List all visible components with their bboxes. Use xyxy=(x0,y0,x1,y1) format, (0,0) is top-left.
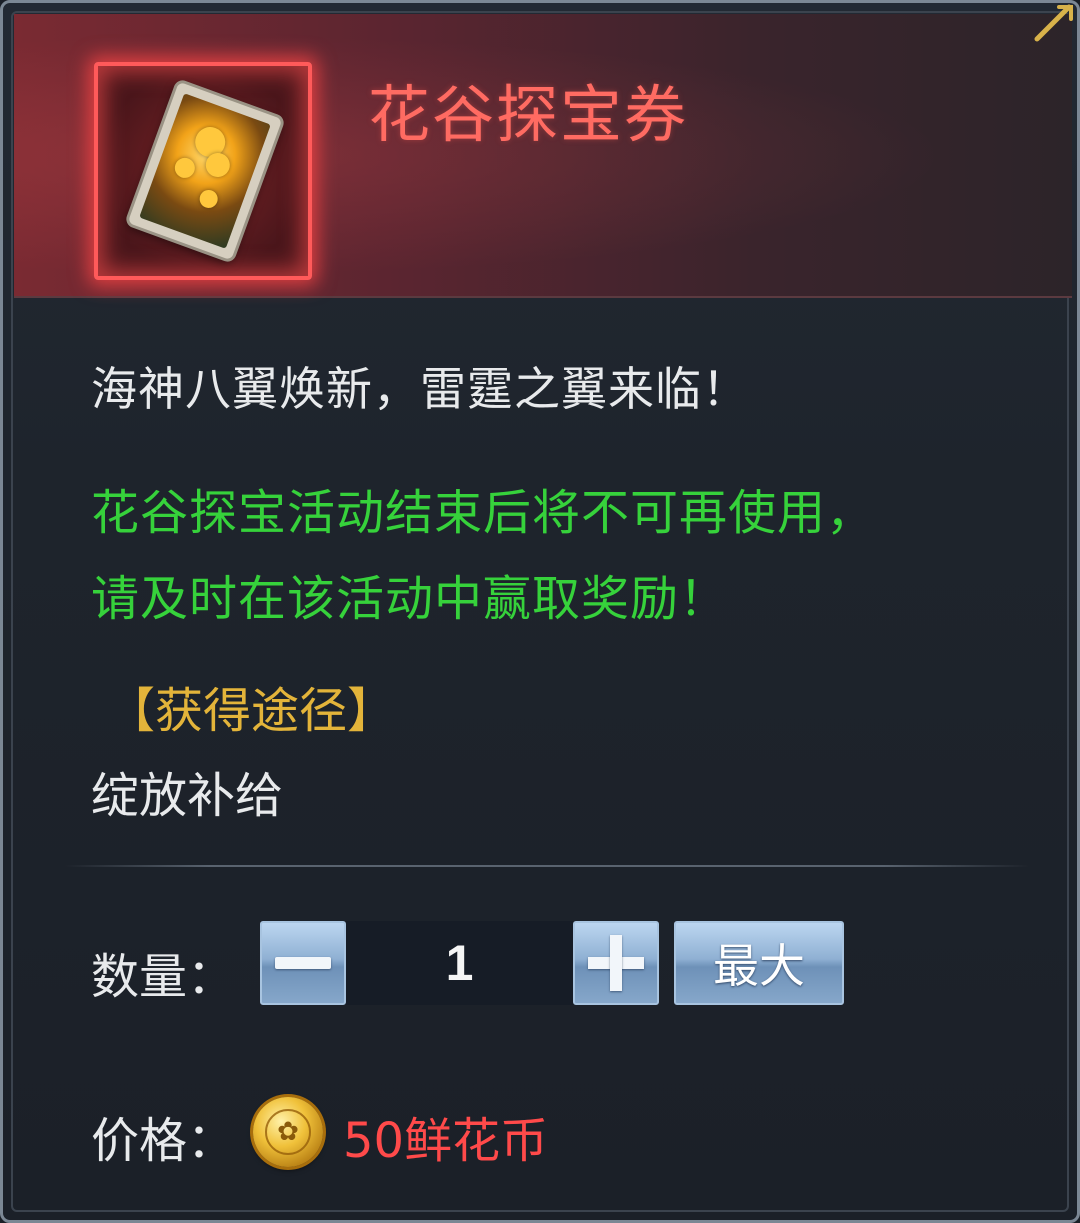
flower-petal xyxy=(172,155,198,181)
quantity-input[interactable] xyxy=(346,921,573,1005)
source-header: 【获得途径】 xyxy=(107,683,396,739)
increase-quantity-button[interactable] xyxy=(573,921,659,1005)
item-icon-frame xyxy=(94,62,312,280)
expiry-notice-line2: 请及时在该活动中赢取奖励！ xyxy=(91,571,729,627)
item-header: 花谷探宝券 xyxy=(14,14,1072,298)
treasure-ticket-icon xyxy=(127,81,283,261)
divider xyxy=(65,865,1029,867)
item-detail-panel: 花谷探宝券 海神八翼焕新，雷霆之翼来临！ 花谷探宝活动结束后将不可再使用， 请及… xyxy=(0,0,1080,1223)
decrease-quantity-button[interactable] xyxy=(260,921,346,1005)
item-title: 花谷探宝券 xyxy=(368,78,689,151)
source-value: 绽放补给 xyxy=(91,768,284,824)
ticket-card-face xyxy=(139,93,271,249)
expiry-notice-line1: 花谷探宝活动结束后将不可再使用， xyxy=(91,485,876,541)
plus-icon xyxy=(588,935,644,991)
quantity-label: 数量： xyxy=(91,949,236,1005)
max-quantity-button[interactable]: 最大 xyxy=(674,921,844,1005)
flower-petal xyxy=(197,187,221,211)
item-description: 海神八翼焕新，雷霆之翼来临！ xyxy=(91,362,749,416)
minus-icon xyxy=(275,957,331,969)
price-value: 50鲜花币 xyxy=(343,1113,549,1169)
flower-coin-icon: ✿ xyxy=(253,1097,323,1167)
price-label: 价格： xyxy=(91,1113,236,1169)
coin-emblem: ✿ xyxy=(265,1109,311,1155)
corner-ornament-icon xyxy=(1034,4,1073,42)
